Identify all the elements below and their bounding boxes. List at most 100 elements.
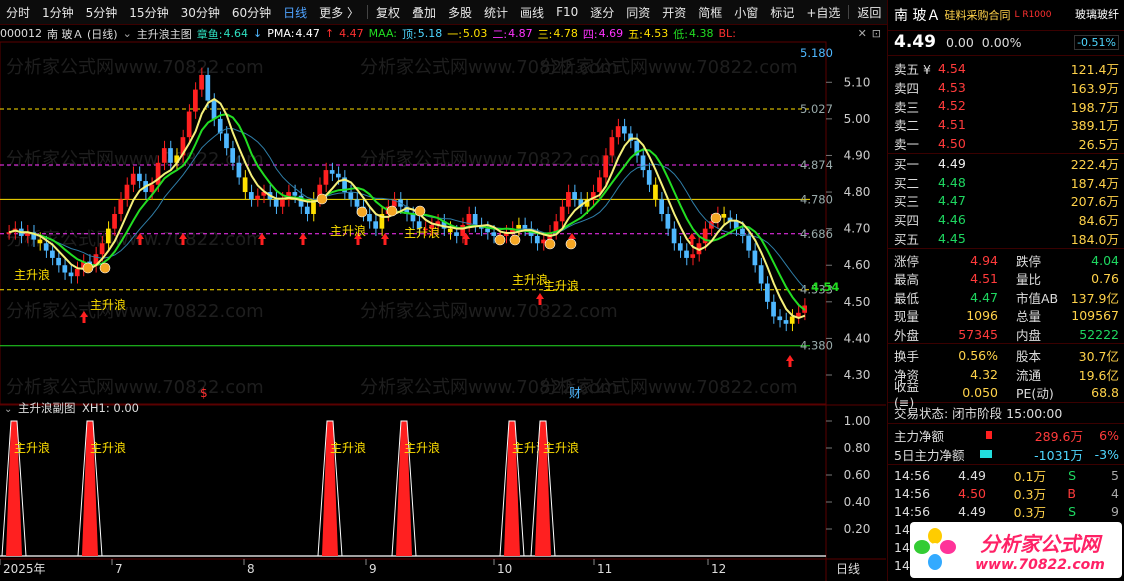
tick-f: S [1068, 504, 1076, 520]
bids-volume: 207.6万 [1070, 194, 1119, 210]
candle-body [516, 224, 522, 229]
asks-row[interactable]: 卖二 4.51 389.1万 [888, 115, 1124, 134]
toolbar-item-6[interactable]: 日线 [277, 4, 313, 21]
money-bag-icon [356, 206, 368, 218]
up-arrow-icon [299, 233, 307, 245]
stat-c: 股本 [1016, 349, 1042, 365]
y-tick-label: 4.40 [844, 331, 871, 345]
toolbar-item-15[interactable]: 同资 [620, 4, 656, 21]
bids-label: 买五 [894, 232, 920, 248]
toolbar-item-13[interactable]: F10 [550, 5, 584, 19]
asks-row[interactable]: 卖四 4.53 163.9万 [888, 78, 1124, 97]
candlestick-chart[interactable]: 分析家公式网www.70822.com 分析家公式网www.70822.com 分析… [0, 25, 886, 581]
stat-c: PE(动) [1016, 386, 1054, 402]
candle-body [597, 177, 602, 193]
x-axis-label: 10 [497, 562, 512, 576]
toolbar-item-21[interactable]: 返回 [851, 4, 887, 21]
x-axis-label: 9 [369, 562, 377, 576]
candle-body [242, 177, 248, 193]
stat-d: 0.76 [1091, 271, 1119, 287]
bid-book: 买一 4.49 222.4万 买二 4.48 187.4万 买三 4.47 207.6万 买四 4.… [888, 152, 1124, 248]
asks-row[interactable]: 卖五 ¥ 4.54 121.4万 [888, 59, 1124, 78]
toolbar-item-9[interactable]: 叠加 [406, 4, 442, 21]
sub-y-tick-label: 0.40 [844, 495, 871, 509]
stat-d: 30.7亿 [1078, 349, 1119, 365]
candle-body [367, 214, 372, 222]
toolbar-item-0[interactable]: 分时 [0, 4, 36, 21]
stat-row: 换手 0.56% 股本 30.7亿 [888, 346, 1124, 365]
asks-price: 4.54 [938, 60, 966, 76]
candle-body [771, 301, 776, 317]
bids-row[interactable]: 买五 4.45 184.0万 [888, 229, 1124, 248]
last-price-label: 4.54 [811, 280, 839, 294]
asks-row[interactable]: 卖三 4.52 198.7万 [888, 97, 1124, 116]
toolbar-item-8[interactable]: 复权 [370, 4, 406, 21]
chart-area[interactable]: 000012 南 玻Ａ (日线) ⌄ 主升浪主图 章鱼: 4.64 ↓ PMA:… [0, 25, 886, 581]
current-price: 4.49 [894, 32, 936, 52]
stat-a: 外盘 [894, 327, 920, 343]
toolbar-item-2[interactable]: 5分钟 [80, 4, 124, 21]
stock-name: 南 玻Ａ [894, 8, 941, 24]
toolbar-item-20[interactable]: +自选 [800, 4, 846, 21]
level-label: 4.874 [800, 158, 833, 172]
five-day-flow-pct: -3% [1094, 446, 1119, 462]
tick-t: 14:56 [894, 486, 931, 502]
toolbar-item-18[interactable]: 小窗 [728, 4, 764, 21]
stat-b: 4.32 [970, 366, 998, 382]
watermark-text: 分析家公式网www.70822.com [360, 301, 618, 322]
subchart-dropdown-icon: ⌄ [4, 404, 12, 415]
toolbar-item-7[interactable]: 更多 〉 [313, 4, 365, 21]
asks-row[interactable]: 卖一 4.50 26.5万 [888, 134, 1124, 153]
toolbar-item-11[interactable]: 统计 [478, 4, 514, 21]
toolbar-item-14[interactable]: 逐分 [584, 4, 620, 21]
toolbar-item-17[interactable]: 简框 [692, 4, 728, 21]
five-day-flow-bar [980, 450, 992, 459]
candle-body [62, 265, 68, 273]
industry-name[interactable]: 玻璃玻纤 [1075, 8, 1119, 22]
candle-body [454, 232, 459, 236]
bids-row[interactable]: 买一 4.49 222.4万 [888, 154, 1124, 173]
asks-volume: 121.4万 [1070, 61, 1119, 77]
bids-row[interactable]: 买二 4.48 187.4万 [888, 173, 1124, 192]
toolbar-item-4[interactable]: 30分钟 [175, 4, 226, 21]
tick-v: 0.3万 [1013, 487, 1046, 503]
bids-row[interactable]: 买三 4.47 207.6万 [888, 192, 1124, 211]
price-change: 0.00 [945, 34, 974, 50]
toolbar-item-5[interactable]: 60分钟 [226, 4, 277, 21]
sub-signal-label: 主升浪 [404, 440, 440, 455]
candle-body [640, 155, 646, 171]
concept-tag[interactable]: 硅料采购合同 [944, 7, 1010, 23]
level-label: 4.380 [800, 339, 833, 353]
candle-body [758, 265, 764, 284]
toolbar-item-16[interactable]: 开资 [656, 4, 692, 21]
xh1-label: XH1: 0.00 [82, 401, 139, 415]
stat-row: 最高 4.51 量比 0.76 [888, 269, 1124, 288]
candle-body [789, 316, 795, 324]
asks-volume: 198.7万 [1070, 99, 1119, 115]
toolbar-item-12[interactable]: 画线 [514, 4, 550, 21]
x-axis-label: 7 [115, 562, 123, 576]
toolbar-item-3[interactable]: 15分钟 [123, 4, 174, 21]
candle-body [522, 224, 528, 229]
bids-price: 4.46 [938, 212, 966, 228]
bids-price: 4.47 [938, 193, 966, 209]
stat-row: 外盘 57345 内盘 52222 [888, 325, 1124, 344]
bids-row[interactable]: 买四 4.46 84.6万 [888, 210, 1124, 229]
asks-volume: 163.9万 [1070, 80, 1119, 96]
candle-body [224, 133, 229, 149]
candle-body [764, 283, 770, 302]
index-tag: L R1000 [1014, 10, 1052, 20]
signal-label: 主升浪 [404, 225, 440, 240]
money-bag-icon [710, 212, 722, 224]
toolbar-item-10[interactable]: 多股 [442, 4, 478, 21]
bids-label: 买四 [894, 213, 920, 229]
stat-b: 0.050 [962, 385, 998, 401]
candle-body [304, 206, 310, 214]
toolbar-item-1[interactable]: 1分钟 [36, 4, 80, 21]
candle-body [118, 199, 124, 214]
money-bag-icon [386, 205, 398, 217]
toolbar-item-19[interactable]: 标记 [764, 4, 800, 21]
price-change-pct: 0.00% [981, 34, 1022, 50]
candle-body [124, 184, 130, 200]
stat-b: 57345 [958, 326, 998, 342]
